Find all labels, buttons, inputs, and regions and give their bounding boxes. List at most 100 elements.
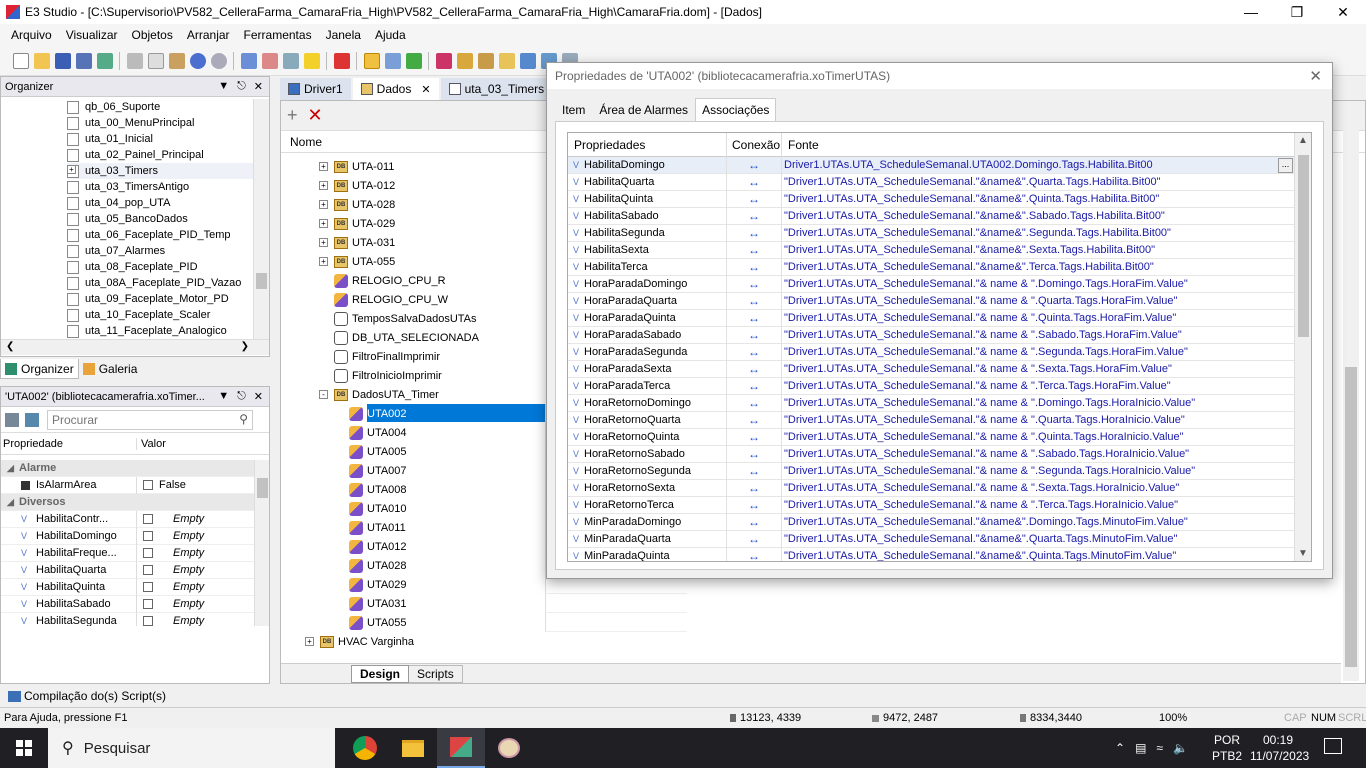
grid-icon[interactable] bbox=[333, 52, 350, 69]
connection-bidirectional-icon[interactable]: ↔ bbox=[727, 411, 782, 429]
paint-taskbar-button[interactable] bbox=[485, 728, 533, 768]
connection-bidirectional-icon[interactable]: ↔ bbox=[727, 207, 782, 225]
association-row[interactable]: V HabilitaDomingo ↔ Driver1.UTAs.UTA_Schedu… bbox=[568, 156, 1311, 174]
organizer-item[interactable]: uta_10_Faceplate_Scaler bbox=[67, 307, 253, 323]
value-cell[interactable] bbox=[545, 594, 687, 613]
organizer-item[interactable]: uta_08A_Faceplate_PID_Vazao bbox=[67, 275, 253, 291]
association-source[interactable]: "Driver1.UTAs.UTA_ScheduleSemanal."&name… bbox=[782, 531, 1294, 548]
tab-design[interactable]: Design bbox=[351, 664, 410, 683]
menu-item-janela[interactable]: Janela bbox=[319, 28, 368, 42]
association-source[interactable]: "Driver1.UTAs.UTA_ScheduleSemanal."&name… bbox=[782, 191, 1294, 208]
property-value[interactable]: Empty bbox=[173, 513, 204, 525]
association-row[interactable]: V HoraRetornoQuarta ↔ "Driver1.UTAs.UTA_Sch… bbox=[568, 411, 1311, 429]
play-icon[interactable] bbox=[405, 52, 422, 69]
organizer-item[interactable]: uta_03_Timers bbox=[67, 163, 253, 179]
screen-icon[interactable] bbox=[240, 52, 257, 69]
menu-item-objetos[interactable]: Objetos bbox=[125, 28, 180, 42]
association-row[interactable]: V HoraParadaQuinta ↔ "Driver1.UTAs.UTA_Sche… bbox=[568, 309, 1311, 327]
organizer-item[interactable]: uta_03_TimersAntigo bbox=[67, 179, 253, 195]
association-source[interactable]: "Driver1.UTAs.UTA_ScheduleSemanal."&name… bbox=[782, 259, 1294, 276]
sum-icon[interactable] bbox=[519, 52, 536, 69]
association-source[interactable]: "Driver1.UTAs.UTA_ScheduleSemanal."& nam… bbox=[782, 412, 1294, 429]
start-button[interactable] bbox=[0, 728, 48, 768]
association-source[interactable]: "Driver1.UTAs.UTA_ScheduleSemanal."& nam… bbox=[782, 429, 1294, 446]
association-source[interactable]: "Driver1.UTAs.UTA_ScheduleSemanal."&name… bbox=[782, 174, 1294, 191]
frame-icon[interactable] bbox=[261, 52, 278, 69]
cut-icon[interactable] bbox=[126, 52, 143, 69]
menu-item-ferramentas[interactable]: Ferramentas bbox=[237, 28, 319, 42]
organizer-item[interactable]: uta_11_Faceplate_Analogico bbox=[67, 323, 253, 339]
association-source[interactable]: "Driver1.UTAs.UTA_ScheduleSemanal."&name… bbox=[782, 514, 1294, 531]
close-icon[interactable]: ✕ bbox=[254, 80, 263, 93]
association-source[interactable]: "Driver1.UTAs.UTA_ScheduleSemanal."& nam… bbox=[782, 480, 1294, 497]
properties-scrollbar[interactable] bbox=[254, 460, 269, 626]
organizer-item[interactable]: uta_00_MenuPrincipal bbox=[67, 115, 253, 131]
organizer-item[interactable]: uta_09_Faceplate_Motor_PD bbox=[67, 291, 253, 307]
association-source[interactable]: "Driver1.UTAs.UTA_ScheduleSemanal."& nam… bbox=[782, 497, 1294, 514]
dialog-tab-0[interactable]: Item bbox=[555, 98, 592, 122]
pin-icon[interactable]: ⎋ bbox=[237, 80, 246, 93]
property-value[interactable]: False bbox=[159, 479, 186, 491]
association-row[interactable]: V HoraParadaDomingo ↔ "Driver1.UTAs.UTA_Sch… bbox=[568, 275, 1311, 293]
ellipsis-button[interactable]: ... bbox=[1278, 158, 1293, 173]
association-row[interactable]: V MinParadaQuinta ↔ "Driver1.UTAs.UTA_Sched… bbox=[568, 547, 1311, 561]
association-row[interactable]: V HabilitaSexta ↔ "Driver1.UTAs.UTA_Schedul… bbox=[568, 241, 1311, 259]
menu-item-ajuda[interactable]: Ajuda bbox=[368, 28, 413, 42]
tab-galeria[interactable]: Galeria bbox=[79, 359, 142, 379]
organizer-item[interactable]: uta_06_Faceplate_PID_Temp bbox=[67, 227, 253, 243]
data-tree-item[interactable]: UTA055 bbox=[281, 613, 689, 632]
association-row[interactable]: V HoraParadaTerca ↔ "Driver1.UTAs.UTA_Sched… bbox=[568, 377, 1311, 395]
categorized-icon[interactable] bbox=[5, 412, 19, 427]
doc-tab-driver1[interactable]: Driver1 bbox=[280, 78, 351, 100]
organizer-item[interactable]: uta_01_Inicial bbox=[67, 131, 253, 147]
association-source[interactable]: "Driver1.UTAs.UTA_ScheduleSemanal."& nam… bbox=[782, 310, 1294, 327]
connection-bidirectional-icon[interactable]: ↔ bbox=[727, 445, 782, 463]
property-value[interactable]: Empty bbox=[173, 598, 204, 610]
expand-icon[interactable]: + bbox=[319, 162, 328, 171]
association-row[interactable]: V HoraRetornoDomingo ↔ "Driver1.UTAs.UTA_Sc… bbox=[568, 394, 1311, 412]
property-value[interactable]: Empty bbox=[173, 564, 204, 576]
association-source[interactable]: "Driver1.UTAs.UTA_ScheduleSemanal."&name… bbox=[782, 225, 1294, 242]
volume-icon[interactable]: 🔈 bbox=[1173, 741, 1188, 755]
redo-icon[interactable] bbox=[210, 52, 227, 69]
connection-bidirectional-icon[interactable]: ↔ bbox=[727, 173, 782, 191]
paste-icon[interactable] bbox=[168, 52, 185, 69]
menu-item-arranjar[interactable]: Arranjar bbox=[180, 28, 237, 42]
property-row[interactable]: V HabilitaSabado Empty bbox=[1, 595, 254, 613]
undo-icon[interactable] bbox=[189, 52, 206, 69]
property-row[interactable]: V HabilitaDomingo Empty bbox=[1, 527, 254, 545]
connection-bidirectional-icon[interactable]: ↔ bbox=[727, 360, 782, 378]
link-checkbox[interactable] bbox=[143, 514, 153, 524]
connection-bidirectional-icon[interactable]: ↔ bbox=[727, 479, 782, 497]
collapse-icon[interactable]: - bbox=[319, 390, 328, 399]
connection-bidirectional-icon[interactable]: ↔ bbox=[727, 326, 782, 344]
property-section[interactable]: ◢ Diversos bbox=[1, 494, 254, 511]
link-checkbox[interactable] bbox=[143, 616, 153, 626]
connection-bidirectional-icon[interactable]: ↔ bbox=[727, 224, 782, 242]
connection-bidirectional-icon[interactable]: ↔ bbox=[727, 530, 782, 548]
dropdown-icon[interactable]: ▼ bbox=[218, 390, 229, 403]
association-row[interactable]: V HoraParadaSegunda ↔ "Driver1.UTAs.UTA_Sch… bbox=[568, 343, 1311, 361]
expand-icon[interactable]: + bbox=[319, 257, 328, 266]
connection-bidirectional-icon[interactable]: ↔ bbox=[727, 513, 782, 531]
close-tab-icon[interactable]: ✕ bbox=[421, 83, 430, 96]
open-folder-icon[interactable] bbox=[33, 52, 50, 69]
association-row[interactable]: V HabilitaQuinta ↔ "Driver1.UTAs.UTA_Schedu… bbox=[568, 190, 1311, 208]
connection-bidirectional-icon[interactable]: ↔ bbox=[727, 241, 782, 259]
organizer-item[interactable]: qb_06_Suporte bbox=[67, 99, 253, 115]
association-row[interactable]: V HoraRetornoQuinta ↔ "Driver1.UTAs.UTA_Sch… bbox=[568, 428, 1311, 446]
run-icon[interactable] bbox=[363, 52, 380, 69]
property-row[interactable]: V HabilitaSegunda Empty bbox=[1, 612, 254, 626]
tab-organizer[interactable]: Organizer bbox=[0, 359, 79, 379]
expand-icon[interactable]: + bbox=[319, 200, 328, 209]
chevron-up-icon[interactable]: ⌃ bbox=[1115, 741, 1125, 755]
tab-scripts[interactable]: Scripts bbox=[409, 664, 463, 683]
save-all-icon[interactable] bbox=[75, 52, 92, 69]
data-scrollbar[interactable] bbox=[1343, 107, 1359, 681]
association-row[interactable]: V HoraRetornoSegunda ↔ "Driver1.UTAs.UTA_Sc… bbox=[568, 462, 1311, 480]
tag-icon[interactable] bbox=[456, 52, 473, 69]
link-checkbox[interactable] bbox=[143, 548, 153, 558]
data-tree-item[interactable]: + DB HVAC Varginha bbox=[281, 632, 689, 651]
add-icon[interactable]: + bbox=[287, 105, 298, 126]
explorer-taskbar-button[interactable] bbox=[389, 728, 437, 768]
